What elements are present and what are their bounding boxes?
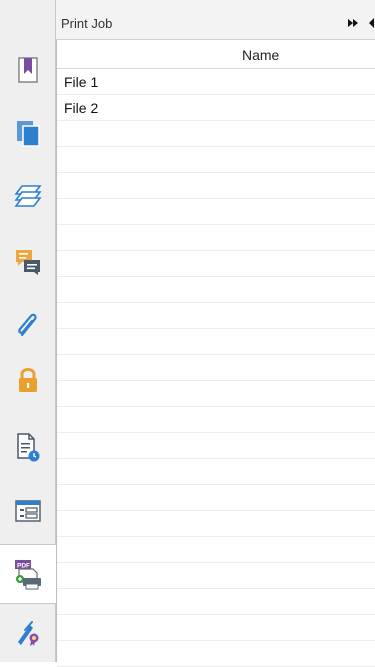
list-item[interactable] (57, 147, 375, 173)
print-job-icon: PDF (15, 560, 41, 590)
sidebar-item-comments[interactable] (0, 237, 55, 287)
list-item[interactable] (57, 433, 375, 459)
list-item[interactable] (57, 225, 375, 251)
panel-title: Print Job (61, 16, 113, 31)
signature-icon (17, 621, 38, 646)
comments-icon (15, 250, 40, 275)
list-item[interactable] (57, 381, 375, 407)
list-item[interactable] (57, 615, 375, 641)
list-item[interactable] (57, 355, 375, 381)
column-header-name[interactable]: Name (57, 40, 375, 69)
sidebar-item-layers[interactable] (0, 171, 55, 221)
sidebar-item-bookmarks[interactable] (0, 45, 55, 95)
attachments-icon (17, 313, 37, 337)
sidebar-item-form-fields[interactable] (0, 486, 55, 536)
form-fields-icon (14, 500, 41, 522)
list-item[interactable] (57, 407, 375, 433)
print-job-list: Name File 1 File 2 (56, 40, 375, 667)
list-item[interactable]: File 2 (57, 95, 375, 121)
list-item[interactable] (57, 329, 375, 355)
sidebar-item-pages[interactable] (0, 108, 55, 158)
list-item[interactable] (57, 641, 375, 667)
sidebar: PDF (0, 0, 56, 662)
layers-icon (13, 185, 42, 207)
fast-forward-icon[interactable] (347, 16, 361, 30)
sidebar-item-security[interactable] (0, 355, 55, 405)
list-item[interactable] (57, 485, 375, 511)
list-item[interactable] (57, 251, 375, 277)
document-history-icon (16, 433, 39, 462)
lock-icon (18, 368, 37, 392)
sidebar-item-signatures[interactable] (0, 608, 55, 658)
column-header-label: Name (242, 47, 280, 63)
list-item[interactable] (57, 303, 375, 329)
panel-header-controls (335, 15, 375, 31)
sidebar-item-attachments[interactable] (0, 300, 55, 350)
list-item[interactable] (57, 121, 375, 147)
list-item[interactable] (57, 173, 375, 199)
list-item[interactable] (57, 199, 375, 225)
list-item[interactable] (57, 277, 375, 303)
panel-header: Print Job (56, 7, 375, 40)
list-item[interactable] (57, 459, 375, 485)
collapse-left-icon[interactable] (366, 16, 375, 30)
rows-container: File 1 File 2 (57, 69, 375, 667)
list-item[interactable] (57, 563, 375, 589)
list-item[interactable] (57, 589, 375, 615)
list-item[interactable] (57, 537, 375, 563)
list-item[interactable]: File 1 (57, 69, 375, 95)
sidebar-item-document-history[interactable] (0, 422, 55, 472)
pages-icon (16, 121, 40, 147)
sidebar-item-print-job[interactable]: PDF (0, 544, 56, 604)
list-item[interactable] (57, 511, 375, 537)
bookmarks-icon (17, 57, 38, 83)
